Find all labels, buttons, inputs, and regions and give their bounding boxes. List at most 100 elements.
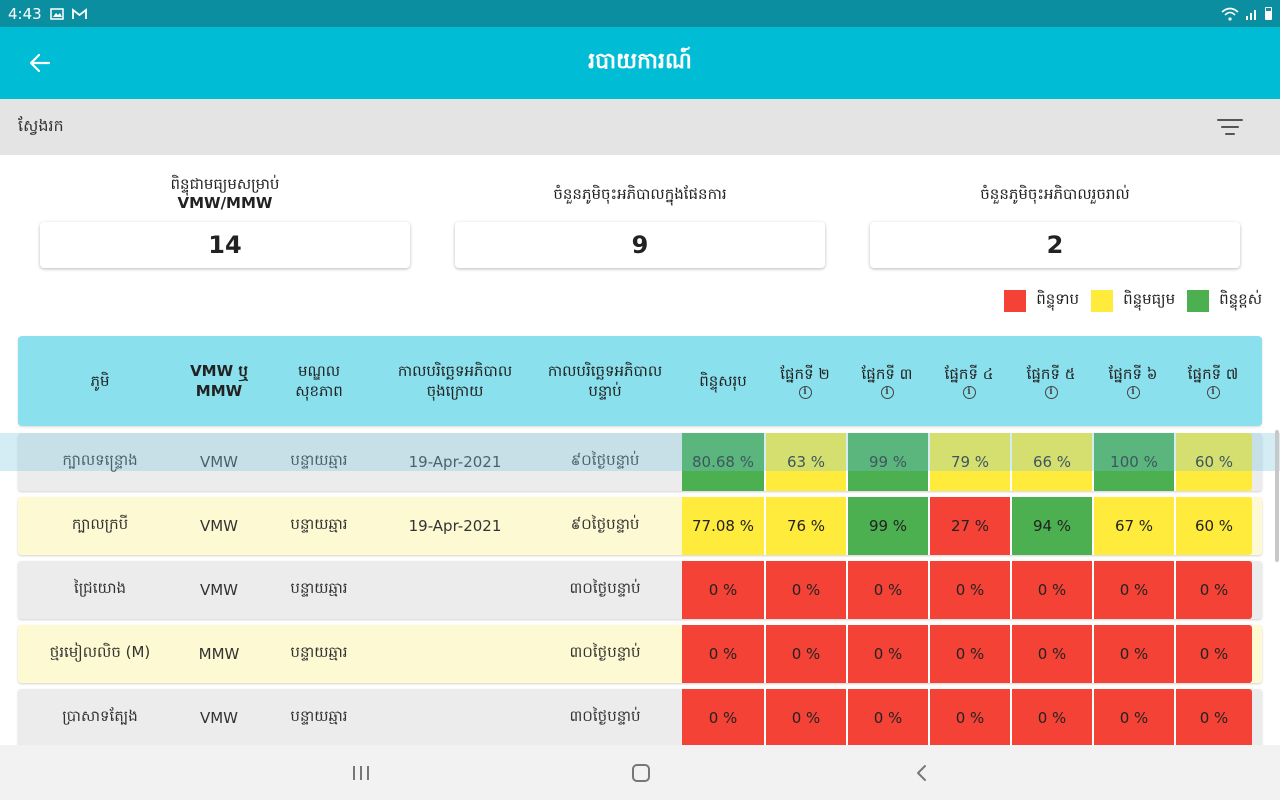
search-label[interactable]: ស្វែងរក — [18, 115, 64, 139]
total-score-cell: 0 % — [682, 689, 764, 747]
type-cell: VMW — [199, 453, 239, 471]
search-bar[interactable]: ស្វែងរក — [0, 99, 1280, 155]
section-score-cell: 63 % — [764, 433, 846, 491]
next-supervision-cell: ៩០ថ្ងៃបន្ទាប់ — [570, 451, 640, 469]
village-cell: ក្បាលទន្ទ្រោង — [62, 451, 138, 469]
section-score-cell: 0 % — [928, 625, 1010, 683]
total-score-cell: 0 % — [682, 625, 764, 683]
nav-back-button[interactable] — [892, 745, 952, 800]
legend-swatch-low — [1004, 290, 1027, 312]
section-score-cell: 0 % — [1092, 561, 1174, 619]
village-cell: ជ្រៃយោង — [73, 579, 127, 597]
section-score-cell: 60 % — [1174, 433, 1252, 491]
section-score-cell: 0 % — [1174, 689, 1252, 747]
next-supervision-cell: ៣០ថ្ងៃបន្ទាប់ — [569, 707, 641, 725]
health-center-cell: បន្ទាយឆ្មារ — [290, 579, 348, 597]
legend-swatch-high — [1187, 290, 1210, 312]
header-village[interactable]: ភូមិ — [18, 336, 182, 426]
summary-section: ពិន្ទុជាមធ្យមសម្រាប់ VMW/MMW 14 ចំនួនភូម… — [40, 172, 1240, 268]
total-score-cell: 80.68 % — [682, 433, 764, 491]
total-score-cell: 0 % — [682, 561, 764, 619]
type-cell: VMW — [199, 517, 239, 535]
header-section-6[interactable]: ផ្នែកទី ៦i — [1092, 336, 1174, 426]
section-score-cell: 0 % — [1174, 625, 1252, 683]
app-bar: របាយការណ៍ — [0, 27, 1280, 99]
village-cell: ថ្មរមៀលលិច (M) — [49, 643, 151, 661]
section-score-cell: 0 % — [764, 625, 846, 683]
legend-high: ពិន្ទុខ្ពស់ — [1187, 290, 1262, 312]
navigation-bar — [0, 745, 1280, 800]
summary-value: 9 — [455, 222, 825, 268]
report-table: ភូមិ VMW ឬ MMW មណ្ឌល សុខភាព កាលបរិច្ឆេទអភិ… — [18, 336, 1262, 747]
health-center-cell: បន្ទាយឆ្មារ — [290, 707, 348, 725]
section-score-cell: 0 % — [928, 689, 1010, 747]
info-icon[interactable]: i — [1044, 385, 1058, 399]
summary-label: ចំនួនភូមិចុះអភិបាលក្នុងផែនការ — [553, 184, 727, 203]
header-type[interactable]: VMW ឬ MMW — [182, 336, 256, 426]
status-bar: 4:43 — [0, 0, 1280, 27]
section-score-cell: 0 % — [928, 561, 1010, 619]
home-button[interactable] — [611, 745, 671, 800]
info-icon[interactable]: i — [1126, 385, 1140, 399]
wifi-icon — [1221, 7, 1239, 21]
section-score-cell: 27 % — [928, 497, 1010, 555]
recents-icon — [353, 765, 369, 780]
header-section-5[interactable]: ផ្នែកទី ៥i — [1010, 336, 1092, 426]
section-score-cell: 99 % — [846, 433, 928, 491]
score-legend: ពិន្ទុទាប ពិន្ទុមធ្យម ពិន្ទុខ្ពស់ — [1004, 290, 1262, 312]
total-score-cell: 77.08 % — [682, 497, 764, 555]
next-supervision-cell: ៣០ថ្ងៃបន្ទាប់ — [569, 643, 641, 661]
legend-low: ពិន្ទុទាប — [1004, 290, 1079, 312]
section-score-cell: 0 % — [1010, 625, 1092, 683]
section-score-cell: 99 % — [846, 497, 928, 555]
legend-swatch-medium — [1091, 290, 1114, 312]
health-center-cell: បន្ទាយឆ្មារ — [290, 515, 348, 533]
section-score-cell: 79 % — [928, 433, 1010, 491]
header-last-supervision[interactable]: កាលបរិច្ឆេទអភិបាល ចុងក្រោយ — [382, 336, 528, 426]
section-score-cell: 67 % — [1092, 497, 1174, 555]
filter-icon — [1217, 119, 1243, 121]
section-score-cell: 0 % — [764, 561, 846, 619]
section-score-cell: 0 % — [846, 689, 928, 747]
section-score-cell: 66 % — [1010, 433, 1092, 491]
next-supervision-cell: ៩០ថ្ងៃបន្ទាប់ — [570, 515, 640, 533]
health-center-cell: បន្ទាយឆ្មារ — [290, 451, 348, 469]
header-section-4[interactable]: ផ្នែកទី ៤i — [928, 336, 1010, 426]
section-score-cell: 0 % — [764, 689, 846, 747]
type-cell: VMW — [199, 709, 239, 727]
gmail-icon — [71, 7, 87, 19]
next-supervision-cell: ៣០ថ្ងៃបន្ទាប់ — [569, 579, 641, 597]
scrollbar[interactable] — [1275, 430, 1279, 562]
section-score-cell: 0 % — [1092, 625, 1174, 683]
header-section-2[interactable]: ផ្នែកទី ២i — [764, 336, 846, 426]
type-cell: MMW — [198, 645, 240, 663]
last-supervision-cell: 19-Apr-2021 — [408, 453, 502, 471]
header-total-score[interactable]: ពិន្ទុសរុប — [682, 336, 764, 426]
table-row[interactable]: ប្រាសាទត្បែង VMW បន្ទាយឆ្មារ ៣០ថ្ងៃបន្ទាប់ 0… — [18, 689, 1262, 747]
section-score-cell: 0 % — [1092, 689, 1174, 747]
last-supervision-cell — [382, 625, 528, 683]
header-section-7[interactable]: ផ្នែកទី ៧i — [1174, 336, 1252, 426]
village-cell: ប្រាសាទត្បែង — [62, 707, 138, 725]
summary-average-score: ពិន្ទុជាមធ្យមសម្រាប់ VMW/MMW 14 — [40, 172, 410, 268]
info-icon[interactable]: i — [1206, 385, 1220, 399]
table-row[interactable]: ជ្រៃយោង VMW បន្ទាយឆ្មារ ៣០ថ្ងៃបន្ទាប់ 0 % 0 %… — [18, 561, 1262, 619]
status-time: 4:43 — [8, 4, 42, 23]
recents-button[interactable] — [331, 745, 391, 800]
table-row[interactable]: ក្បាលទន្ទ្រោង VMW បន្ទាយឆ្មារ 19-Apr-2021 ៩០… — [18, 433, 1262, 491]
filter-button[interactable] — [1216, 115, 1244, 139]
info-icon[interactable]: i — [962, 385, 976, 399]
info-icon[interactable]: i — [798, 385, 812, 399]
legend-medium: ពិន្ទុមធ្យម — [1091, 290, 1175, 312]
page-title: របាយការណ៍ — [588, 49, 692, 74]
section-score-cell: 0 % — [846, 561, 928, 619]
section-score-cell: 94 % — [1010, 497, 1092, 555]
table-row[interactable]: ក្បាលក្របី VMW បន្ទាយឆ្មារ 19-Apr-2021 ៩០ថ្ង… — [18, 497, 1262, 555]
info-icon[interactable]: i — [880, 385, 894, 399]
header-next-supervision[interactable]: កាលបរិច្ឆេទអភិបាល បន្ទាប់ — [528, 336, 682, 426]
table-header: ភូមិ VMW ឬ MMW មណ្ឌល សុខភាព កាលបរិច្ឆេទអភិ… — [18, 336, 1262, 426]
header-health-center[interactable]: មណ្ឌល សុខភាព — [256, 336, 382, 426]
header-section-3[interactable]: ផ្នែកទី ៣i — [846, 336, 928, 426]
back-button[interactable] — [26, 49, 54, 77]
table-row[interactable]: ថ្មរមៀលលិច (M) MMW បន្ទាយឆ្មារ ៣០ថ្ងៃបន្ទាប… — [18, 625, 1262, 683]
